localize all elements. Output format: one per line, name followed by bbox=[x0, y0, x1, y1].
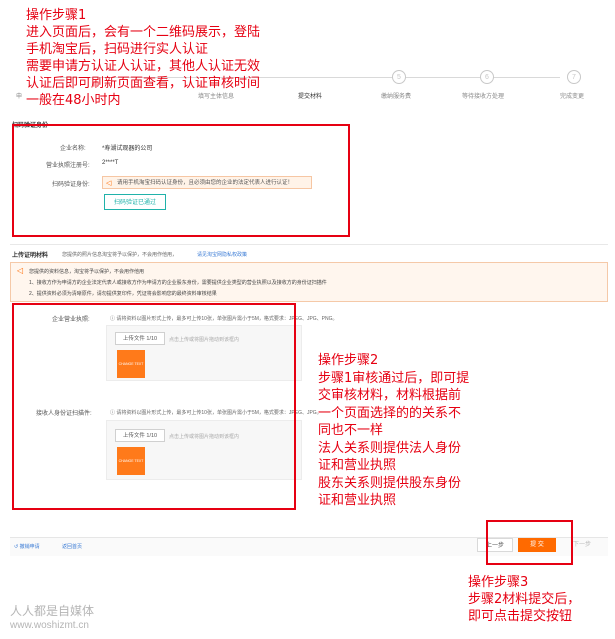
privacy-policy-link[interactable]: 请见淘宝网隐私权政策 bbox=[197, 251, 247, 258]
step-6-label: 等待接收方处理 bbox=[462, 94, 505, 100]
annotation-step2-text: 操作步骤2 步骤1审核通过后，即可提 交审核材料，材料根据前 一个页面选择的的关… bbox=[318, 353, 470, 508]
warn-line-2: 1、接收方作为申请方的企业法定代表人或接收方作为申请方的企业股东身份，需要提供企… bbox=[29, 280, 327, 286]
step-5-circle: 5 bbox=[392, 70, 406, 84]
step-7-label: 完成变更 bbox=[560, 94, 585, 100]
speaker-icon: ◁ bbox=[17, 266, 24, 275]
upload-section-title: 上传证明材料 bbox=[12, 253, 49, 259]
watermark-url: www.woshizmt.cn bbox=[10, 620, 89, 631]
step-6-circle: 6 bbox=[480, 70, 494, 84]
back-home-link[interactable]: 返回首页 bbox=[62, 543, 82, 550]
annotation-box-step2 bbox=[12, 303, 296, 510]
annotation-step1-text: 操作步骤1 进入页面后，会有一个二维码展示，登陆 手机淘宝后，扫码进行实人认证 … bbox=[26, 8, 261, 108]
warn-line-3: 2、提供资料必须为清晰原件，请勿提供复印件，凭证将会影响您的最终资料审核结果 bbox=[29, 291, 217, 297]
upload-warning-bar: ◁ 您提供的资料信息，淘宝将予以保护，不会用作他用 1、接收方作为申请方的企业法… bbox=[10, 262, 608, 302]
step-5-label: 缴纳服务费 bbox=[381, 94, 412, 100]
cancel-application-link[interactable]: ↺ 撤销申请 bbox=[14, 543, 40, 550]
annotation-box-step3 bbox=[486, 520, 573, 565]
step-1-label: 申 bbox=[16, 94, 23, 100]
step-4-label: 提交材料 bbox=[298, 94, 323, 100]
section-divider bbox=[10, 244, 608, 245]
annotation-box-step1 bbox=[12, 124, 350, 237]
step-7-circle: 7 bbox=[567, 70, 581, 84]
warn-line-1: 您提供的资料信息，淘宝将予以保护，不会用作他用 bbox=[29, 269, 145, 275]
watermark-title: 人人都是自媒体 bbox=[10, 604, 95, 618]
upload-section-subtitle: 您提供的照片信息淘宝将予以保护，不会用作他用， bbox=[62, 252, 178, 258]
annotation-step3-text: 操作步骤3 步骤2材料提交后， 即可点击提交按钮 bbox=[468, 575, 581, 624]
